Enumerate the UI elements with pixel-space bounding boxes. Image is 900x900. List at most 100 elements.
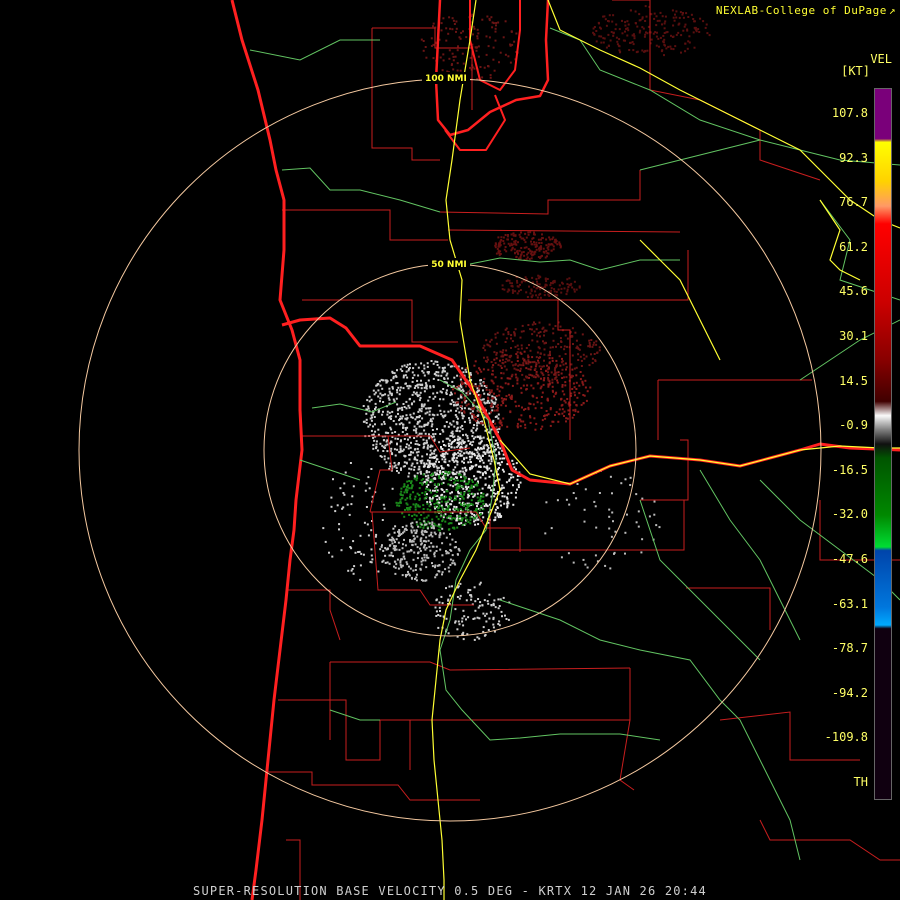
echo-gate <box>490 411 492 414</box>
echo-gate <box>672 35 675 38</box>
echo-gate <box>463 399 466 402</box>
echo-gate <box>407 447 410 450</box>
echo-gate <box>402 543 404 546</box>
echo-gate <box>629 41 632 44</box>
echo-gate <box>534 290 537 293</box>
echo-gate <box>405 443 408 446</box>
echo-gate <box>574 394 576 397</box>
echo-gate <box>331 555 334 558</box>
echo-gate <box>447 500 450 503</box>
echo-gate <box>443 460 446 463</box>
echo-gate <box>511 384 514 387</box>
echo-gate <box>461 467 464 470</box>
echo-gate <box>440 22 443 25</box>
echo-gate <box>405 407 408 410</box>
echo-gate <box>442 471 445 473</box>
echo-gate <box>534 407 537 410</box>
echo-gate <box>500 367 503 369</box>
echo-gate <box>410 549 413 552</box>
echo-gate <box>452 68 455 71</box>
echo-gate <box>463 504 465 507</box>
echo-gate <box>656 19 659 22</box>
echo-gate <box>441 542 444 545</box>
echo-gate <box>628 49 631 51</box>
echo-gate <box>419 391 422 394</box>
echo-gate <box>447 410 450 413</box>
echo-gate <box>359 578 362 581</box>
echo-gate <box>459 473 462 476</box>
echo-gate <box>427 421 430 424</box>
echo-gate <box>453 452 456 455</box>
echo-gate <box>602 37 605 40</box>
echo-gate <box>365 506 368 508</box>
echo-gate <box>566 283 569 286</box>
echo-gate <box>487 447 490 449</box>
echo-gate <box>586 566 589 569</box>
echo-gate <box>505 395 508 398</box>
echo-gate <box>399 501 402 504</box>
echo-gate <box>560 346 563 349</box>
echo-gate <box>445 391 448 394</box>
echo-gate <box>401 497 404 500</box>
echo-gate <box>429 445 432 448</box>
echo-gate <box>535 244 538 246</box>
echo-gate <box>528 285 530 288</box>
echo-gate <box>564 334 567 337</box>
echo-gate <box>454 496 457 498</box>
echo-gate <box>391 431 394 434</box>
echo-gate <box>430 526 433 529</box>
echo-gate <box>519 336 522 339</box>
echo-gate <box>525 236 528 239</box>
echo-gate <box>432 25 434 28</box>
echo-gate <box>398 531 401 533</box>
echo-gate <box>462 30 464 33</box>
echo-gate <box>531 254 534 257</box>
echo-gate <box>425 478 428 481</box>
echo-gate <box>423 497 426 500</box>
echo-gate <box>399 445 402 448</box>
echo-gate <box>480 422 483 425</box>
echo-gate <box>483 392 486 395</box>
echo-gate <box>567 286 570 288</box>
echo-gate <box>362 553 365 556</box>
echo-gate <box>535 294 538 297</box>
echo-gate <box>582 383 585 386</box>
echo-gate <box>423 429 426 432</box>
echo-gate <box>622 39 625 42</box>
echo-gate <box>451 380 454 383</box>
echo-gate <box>431 518 434 521</box>
echo-gate <box>566 278 569 281</box>
echo-gate <box>536 282 539 285</box>
echo-gate <box>545 329 548 332</box>
echo-gate <box>409 506 412 509</box>
echo-gate <box>483 356 485 359</box>
echo-gate <box>427 371 430 373</box>
echo-gate <box>484 453 487 455</box>
echo-gate <box>484 614 487 617</box>
echo-gate <box>446 452 449 455</box>
echo-gate <box>499 250 502 253</box>
echo-gate <box>540 255 542 258</box>
echo-gate <box>453 425 456 428</box>
echo-gate <box>474 478 477 481</box>
echo-gate <box>441 573 443 576</box>
credit-link[interactable]: NEXLAB-College of DuPage ↗ <box>716 4 896 17</box>
echo-gate <box>575 288 578 291</box>
echo-gate <box>386 561 389 564</box>
echo-gate <box>456 596 459 598</box>
echo-gate <box>573 288 576 291</box>
echo-gate <box>395 397 398 400</box>
echo-gate <box>550 249 553 252</box>
echo-gate <box>448 16 451 19</box>
echo-gate <box>424 46 427 48</box>
echo-gate <box>493 484 496 487</box>
echo-gate <box>615 23 618 26</box>
echo-gate <box>498 252 501 255</box>
echo-gate <box>523 378 526 381</box>
echo-gate <box>558 241 561 244</box>
echo-gate <box>416 557 419 560</box>
echo-gate <box>359 534 362 537</box>
echo-gate <box>454 541 457 543</box>
echo-gate <box>410 451 413 453</box>
echo-gate <box>531 361 534 364</box>
